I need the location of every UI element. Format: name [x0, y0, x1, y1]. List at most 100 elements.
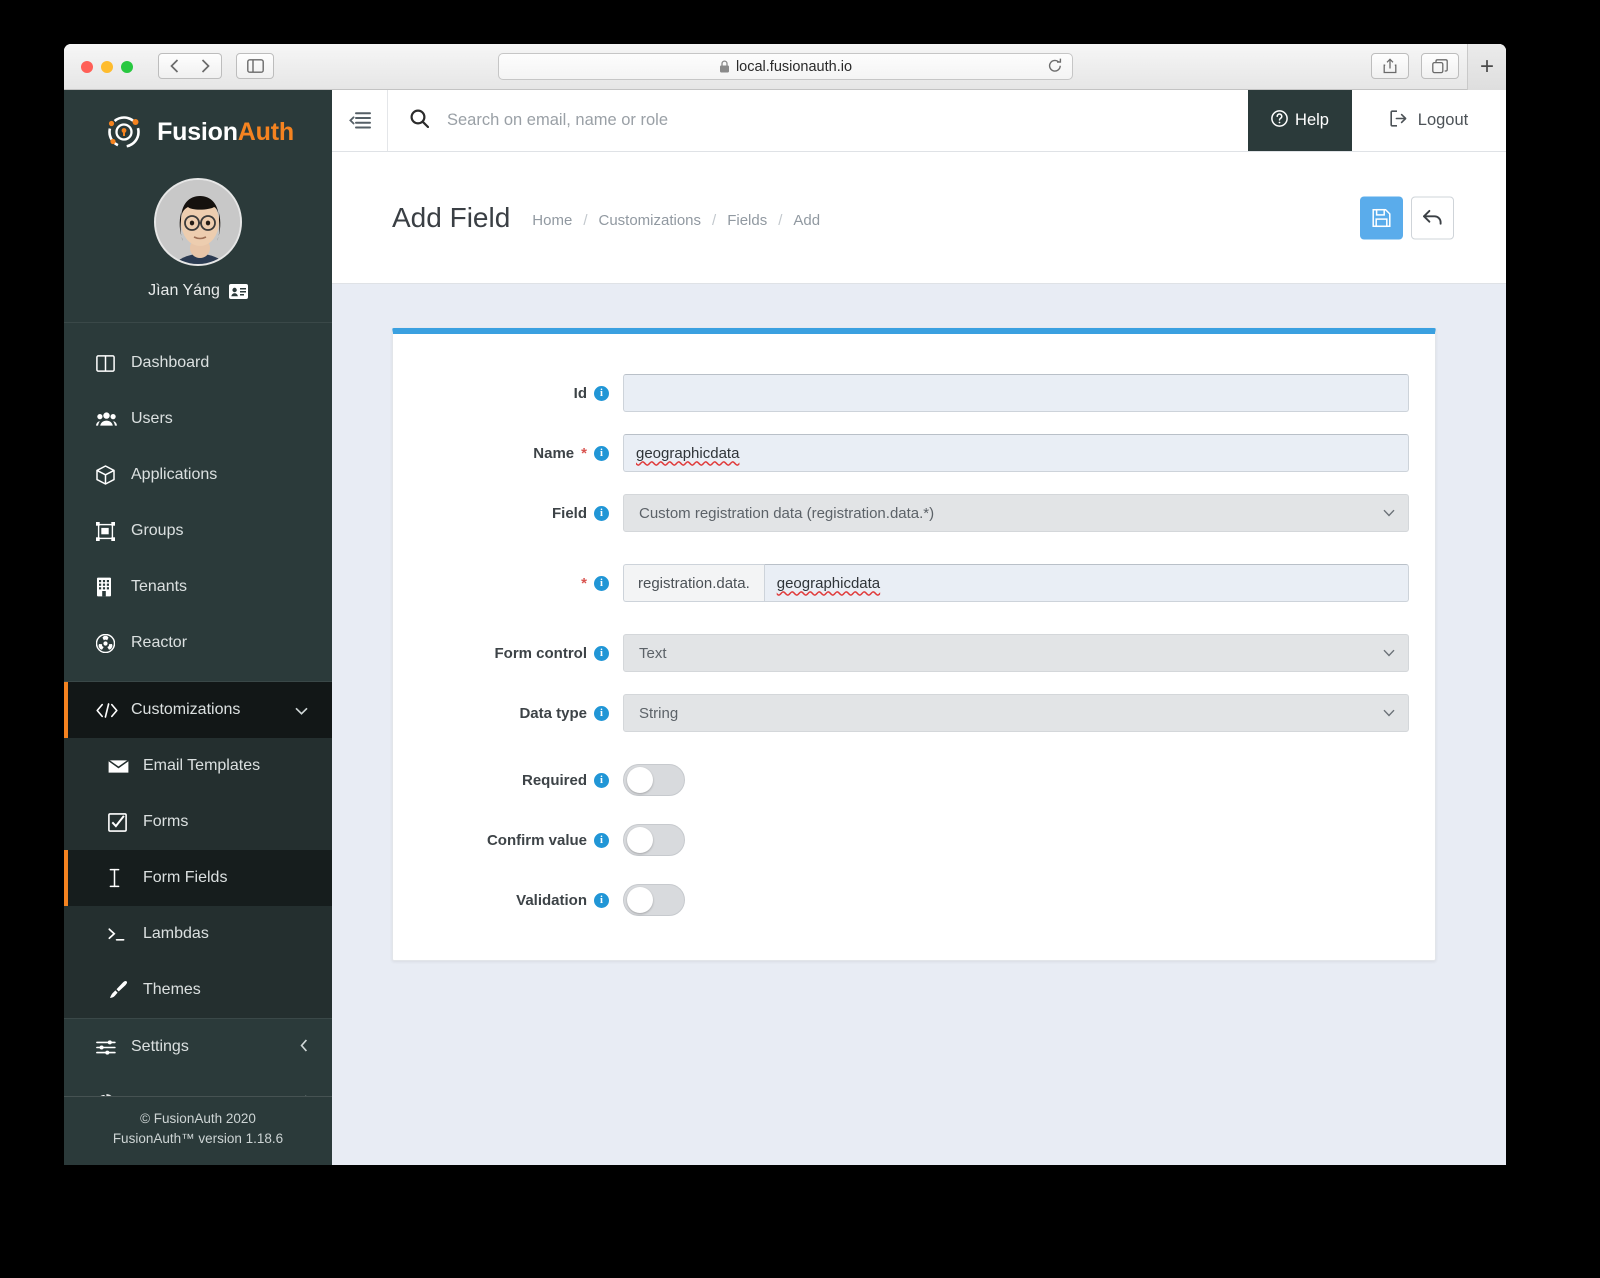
- validation-label: Validation: [516, 891, 587, 909]
- sidebar-item-label: Reactor: [131, 634, 188, 651]
- sidebar-item-tenants[interactable]: Tenants: [64, 559, 332, 615]
- url-text: local.fusionauth.io: [735, 58, 853, 75]
- id-label-group: Id i: [393, 385, 623, 402]
- sidebar-item-groups[interactable]: Groups: [64, 503, 332, 559]
- logout-button[interactable]: Logout: [1352, 90, 1506, 151]
- share-button[interactable]: [1371, 53, 1409, 79]
- new-tab-button[interactable]: +: [1467, 44, 1506, 90]
- breadcrumb-separator: /: [712, 212, 717, 229]
- minimize-window-button[interactable]: [101, 61, 113, 73]
- close-window-button[interactable]: [81, 61, 93, 73]
- toggle-knob: [627, 767, 653, 793]
- browser-titlebar: local.fusionauth.io +: [64, 44, 1506, 90]
- key-prefix-addon: registration.data.: [623, 564, 764, 602]
- sliders-icon: [96, 1039, 126, 1056]
- user-name-row[interactable]: Jìan Yáng: [148, 282, 248, 300]
- browser-forward-button[interactable]: [189, 53, 222, 79]
- id-input[interactable]: [623, 374, 1409, 412]
- chevron-down-icon: [1383, 646, 1395, 660]
- breadcrumb-separator: /: [583, 212, 588, 229]
- users-icon: [96, 411, 126, 427]
- app-sidebar: FusionAuth Jìan Yáng Dashboard Users App…: [64, 90, 332, 1165]
- data-type-label-group: Data type i: [393, 705, 623, 722]
- id-control-wrap: [623, 374, 1409, 412]
- info-icon[interactable]: i: [594, 645, 609, 661]
- breadcrumb-item-home[interactable]: Home: [532, 212, 572, 229]
- breadcrumb-item-fields[interactable]: Fields: [727, 212, 767, 229]
- avatar[interactable]: [154, 178, 242, 266]
- avatar-photo: [156, 180, 240, 264]
- sidebar-item-label: Settings: [131, 1038, 189, 1055]
- name-input[interactable]: geographicdata: [623, 434, 1409, 472]
- add-field-form-card: Id i Name * i geographicdata Field i Cus…: [392, 328, 1436, 961]
- required-toggle[interactable]: [623, 764, 685, 796]
- sidebar-item-reactor[interactable]: Reactor: [64, 615, 332, 671]
- reactor-icon: [96, 633, 126, 653]
- logout-icon: [1390, 109, 1409, 132]
- form-row-field: Field i Custom registration data (regist…: [393, 494, 1435, 532]
- sidebar-user-block: Jìan Yáng: [64, 174, 332, 323]
- search-input[interactable]: [447, 111, 927, 130]
- show-tabs-button[interactable]: [1421, 53, 1459, 79]
- info-icon[interactable]: i: [594, 445, 609, 461]
- validation-label-group: Validation i: [393, 892, 623, 909]
- sidebar-item-lambdas[interactable]: Lambdas: [64, 906, 332, 962]
- breadcrumb-item-customizations[interactable]: Customizations: [598, 212, 701, 229]
- field-select[interactable]: Custom registration data (registration.d…: [623, 494, 1409, 532]
- maximize-window-button[interactable]: [121, 61, 133, 73]
- browser-sidebar-toggle-button[interactable]: [236, 53, 274, 79]
- sidebar-item-label: Dashboard: [131, 354, 210, 371]
- validation-toggle[interactable]: [623, 884, 685, 916]
- toggle-knob: [627, 887, 653, 913]
- sidebar-item-settings[interactable]: Settings: [64, 1019, 332, 1075]
- chevron-down-icon: [295, 703, 308, 718]
- name-label: Name: [533, 444, 575, 462]
- info-icon[interactable]: i: [594, 385, 609, 401]
- breadcrumb: Home / Customizations / Fields / Add: [532, 206, 820, 229]
- sidebar-item-label: Customizations: [131, 701, 241, 718]
- envelope-icon: [108, 759, 138, 774]
- chevron-left-icon: [300, 1039, 308, 1055]
- help-button[interactable]: Help: [1248, 90, 1352, 151]
- sidebar-item-customizations[interactable]: Customizations: [64, 682, 332, 738]
- required-label-group: Required i: [393, 772, 623, 789]
- chevron-left-icon: [170, 59, 179, 73]
- confirm-value-toggle[interactable]: [623, 824, 685, 856]
- form-row-data-type: Data type i String: [393, 694, 1435, 732]
- menu-collapse-button[interactable]: [332, 90, 388, 151]
- reload-button[interactable]: [1047, 57, 1063, 80]
- text-cursor-icon: [108, 868, 138, 888]
- sidebar-main-nav: Dashboard Users Applications Groups Tena…: [64, 323, 332, 682]
- sidebar-item-themes[interactable]: Themes: [64, 962, 332, 1018]
- key-input[interactable]: geographicdata: [763, 564, 1409, 602]
- save-button[interactable]: [1360, 196, 1403, 239]
- info-icon[interactable]: i: [594, 505, 609, 521]
- back-button[interactable]: [1411, 196, 1454, 239]
- sidebar-item-applications[interactable]: Applications: [64, 447, 332, 503]
- code-brackets-icon: [96, 702, 126, 718]
- sidebar-item-users[interactable]: Users: [64, 391, 332, 447]
- info-icon[interactable]: i: [594, 832, 609, 848]
- field-control-wrap: Custom registration data (registration.d…: [623, 494, 1409, 532]
- applications-cube-icon: [96, 465, 126, 485]
- sidebar-item-email-templates[interactable]: Email Templates: [64, 738, 332, 794]
- sidebar-item-label: Tenants: [131, 578, 188, 595]
- brand-logo-area[interactable]: FusionAuth: [64, 90, 332, 174]
- page-header: Add Field Home / Customizations / Fields…: [332, 152, 1506, 284]
- global-search[interactable]: [388, 90, 1248, 151]
- url-bar[interactable]: local.fusionauth.io: [498, 53, 1073, 80]
- paintbrush-icon: [108, 980, 138, 1000]
- browser-back-button[interactable]: [158, 53, 191, 79]
- sidebar-item-label: Email Templates: [143, 757, 261, 774]
- info-icon[interactable]: i: [594, 772, 609, 788]
- sidebar-item-dashboard[interactable]: Dashboard: [64, 335, 332, 391]
- form-control-wrap: Text: [623, 634, 1409, 672]
- data-type-select[interactable]: String: [623, 694, 1409, 732]
- data-type-control-wrap: String: [623, 694, 1409, 732]
- info-icon[interactable]: i: [594, 575, 609, 591]
- sidebar-item-form-fields[interactable]: Form Fields: [64, 850, 332, 906]
- info-icon[interactable]: i: [594, 892, 609, 908]
- sidebar-item-forms[interactable]: Forms: [64, 794, 332, 850]
- info-icon[interactable]: i: [594, 705, 609, 721]
- form-control-select[interactable]: Text: [623, 634, 1409, 672]
